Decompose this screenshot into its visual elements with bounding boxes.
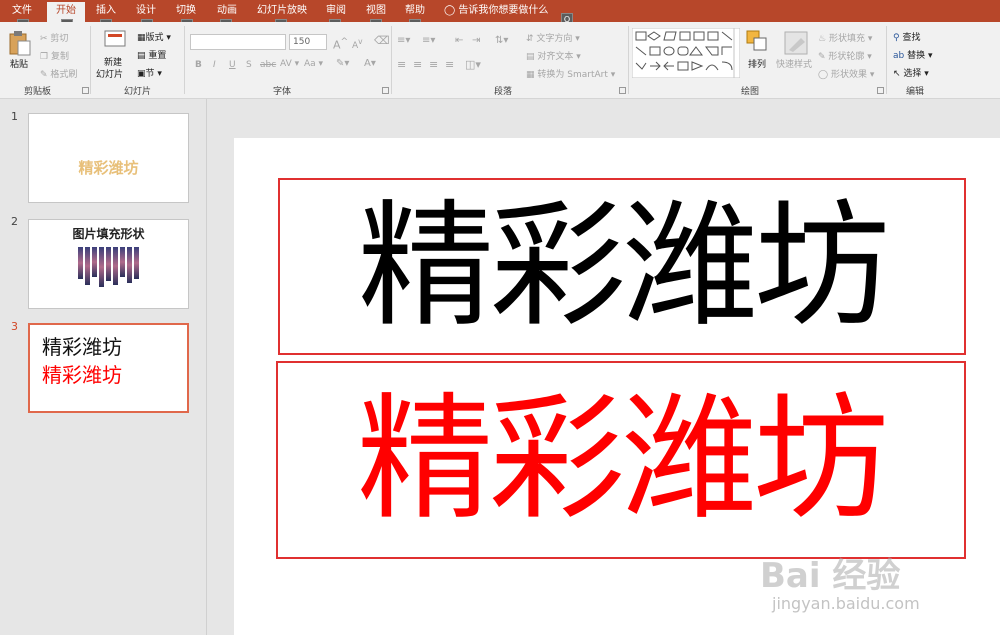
smartart-button[interactable]: ▦ 转换为 SmartArt ▾ [526,67,615,80]
pen-icon: ✎ [818,52,826,62]
section-button[interactable]: ▣节 ▾ [137,66,162,79]
arrange-button[interactable]: 排列 [748,57,766,70]
char-spacing-button[interactable]: AV ▾ [280,59,299,69]
replace-icon: ab [893,51,905,61]
grow-font-button[interactable]: A^ [333,36,348,52]
columns-icon[interactable]: ◫▾ [465,58,481,71]
paste-icon[interactable] [8,30,32,56]
shapes-gallery[interactable] [632,28,740,78]
copy-icon: ❐ [40,52,49,62]
thumb-line-black: 精彩潍坊 [42,335,122,359]
lightbulb-icon: ◯ [444,5,456,16]
divider [628,26,629,94]
thumb-title: 图片填充形状 [72,227,145,241]
copy-button[interactable]: ❐ 复制 [40,49,69,62]
shadow-s-button[interactable]: S [246,60,252,70]
brush-icon: ✎ [40,70,48,80]
quick-styles-button[interactable]: 快速样式 [776,57,812,70]
layout-button[interactable]: ▦版式 ▾ [137,30,171,43]
shape-fill-button[interactable]: ♨ 形状填充 ▾ [818,31,872,44]
line-spacing-icon[interactable]: ⇅▾ [495,35,508,46]
font-launcher-icon[interactable] [382,87,389,94]
highlight-icon[interactable]: ✎▾ [336,58,349,69]
effects-icon: ◯ [818,70,829,80]
watermark-logo: Bai 经验 [760,556,901,596]
replace-button[interactable]: ab 替换 ▾ [893,48,933,61]
paint-bucket-icon: ♨ [818,34,827,44]
group-label-font: 字体 [273,87,292,97]
bullets-icon[interactable]: ≡▾ [397,35,410,46]
drawing-launcher-icon[interactable] [877,87,884,94]
find-button[interactable]: ⚲ 查找 [893,30,920,43]
layout-icon: ▦ [137,33,146,43]
shrink-font-button[interactable]: Av [352,37,363,51]
thumb-title: 精彩潍坊 [78,159,139,177]
font-name-input[interactable] [190,34,286,50]
tell-me-search[interactable]: ◯ 告诉我你想要做什么 [444,0,548,22]
select-button[interactable]: ↖ 选择 ▾ [893,66,929,79]
format-painter-button[interactable]: ✎ 格式刷 [40,67,77,80]
divider [90,26,91,94]
cursor-icon: ↖ [893,69,901,79]
align-text-button[interactable]: ▤ 对齐文本 ▾ [526,49,581,62]
underline-button[interactable]: U [229,60,236,70]
align-left-icon[interactable]: ≡ [397,58,406,71]
big-text-red: 精彩潍坊 [357,381,889,539]
big-text-black: 精彩潍坊 [358,187,890,346]
group-label-paragraph: 段落 [494,87,513,97]
clipboard-launcher-icon[interactable] [82,87,89,94]
slide-number: 1 [11,110,18,123]
cut-button[interactable]: ✂ 剪切 [40,31,68,44]
search-icon: ⚲ [893,33,900,43]
reset-icon: ▤ [137,51,146,61]
paragraph-launcher-icon[interactable] [619,87,626,94]
smartart-icon: ▦ [526,70,535,80]
justify-icon[interactable]: ≡ [445,58,454,71]
divider [184,26,185,94]
arrange-icon[interactable] [746,30,768,52]
slide-thumbnail-1[interactable]: 精彩潍坊 [28,113,189,203]
slide-thumbnail-2[interactable]: 图片填充形状 [28,219,189,309]
italic-button[interactable]: I [213,60,216,70]
text-direction-icon: ⇵ [526,34,534,44]
thumb-line-red: 精彩潍坊 [42,363,122,387]
tell-me-label: 告诉我你想要做什么 [458,5,549,16]
group-label-clipboard: 剪贴板 [24,87,52,97]
increase-indent-icon[interactable]: ⇥ [472,35,480,46]
shape-outline-button[interactable]: ✎ 形状轮廓 ▾ [818,49,872,62]
slide-number-selected: 3 [11,320,18,333]
clear-format-icon[interactable]: ⌫ [374,34,390,47]
align-right-icon[interactable]: ≡ [429,58,438,71]
group-label-drawing: 绘图 [741,87,760,97]
new-slide-icon[interactable] [104,28,126,52]
scissors-icon: ✂ [40,34,48,44]
divider [391,26,392,94]
strikethrough-button[interactable]: abc [260,60,276,70]
align-center-icon[interactable]: ≡ [413,58,422,71]
picture-fill-shapes [78,247,139,287]
group-label-editing: 编辑 [906,87,925,97]
decrease-indent-icon[interactable]: ⇤ [455,35,463,46]
numbering-icon[interactable]: ≡▾ [422,35,435,46]
paste-label[interactable]: 粘贴 [10,57,28,70]
watermark-url: jingyan.baidu.com [772,594,920,613]
divider [886,26,887,94]
shape-effects-button[interactable]: ◯ 形状效果 ▾ [818,67,874,80]
reset-button[interactable]: ▤ 重置 [137,48,166,61]
section-icon: ▣ [137,69,146,79]
quick-styles-icon[interactable] [783,30,809,56]
textbox-red[interactable]: 精彩潍坊 [276,361,966,559]
group-label-slides: 幻灯片 [124,87,152,97]
font-color-icon[interactable]: A▾ [364,58,376,69]
new-slide-label2[interactable]: 幻灯片 [96,67,123,80]
font-size-input[interactable]: 150 [289,34,327,50]
slide-number: 2 [11,215,18,228]
text-direction-button[interactable]: ⇵ 文字方向 ▾ [526,31,580,44]
bold-button[interactable]: B [195,60,202,70]
align-text-icon: ▤ [526,52,535,62]
textbox-black[interactable]: 精彩潍坊 [278,178,966,355]
change-case-button[interactable]: Aa ▾ [304,59,323,69]
slide-thumbnail-3[interactable]: 精彩潍坊 精彩潍坊 [28,323,189,413]
